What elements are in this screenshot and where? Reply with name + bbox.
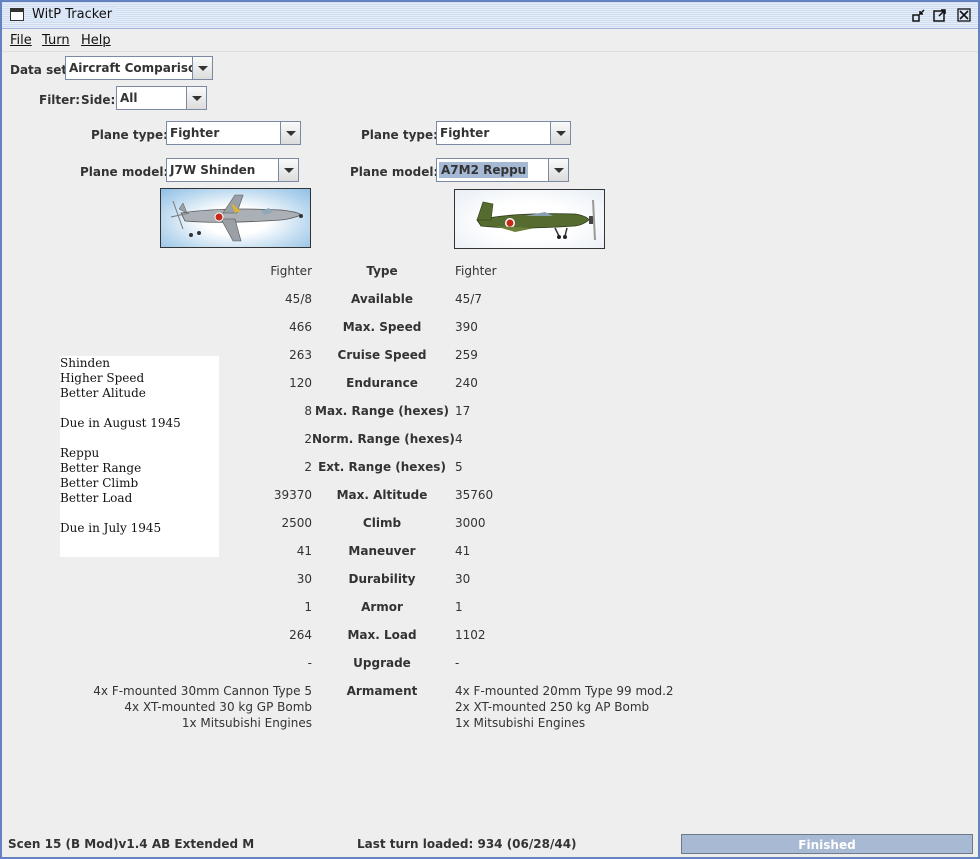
chevron-down-icon[interactable] <box>186 87 206 109</box>
left-cruise-speed-value: 263 <box>289 348 312 362</box>
right-armament-line: 2x XT-mounted 250 kg AP Bomb <box>455 700 650 714</box>
side-value: All <box>120 91 138 105</box>
right-max-speed-value: 390 <box>455 320 478 334</box>
right-norm-range-value: 4 <box>455 432 463 446</box>
app-window-icon[interactable] <box>10 8 24 21</box>
right-plane-model-label: Plane model: <box>350 165 439 179</box>
progress-text: Finished <box>798 838 856 852</box>
side-label: Side: <box>81 93 116 107</box>
title-bar[interactable]: WitP Tracker <box>2 2 978 29</box>
right-max-range-value: 17 <box>455 404 471 418</box>
menu-help[interactable]: Help <box>81 33 111 48</box>
dataset-dropdown[interactable]: Aircraft Comparison <box>65 56 213 80</box>
row-label-max-range: Max. Range (hexes) <box>315 404 449 418</box>
right-armament-line: 4x F-mounted 20mm Type 99 mod.2 <box>455 684 674 698</box>
left-armament-line: 1x Mitsubishi Engines <box>181 716 312 730</box>
row-label-upgrade: Upgrade <box>353 656 411 670</box>
right-available-value: 45/7 <box>455 292 482 306</box>
left-plane-image <box>160 188 311 248</box>
right-max-altitude-value: 35760 <box>455 488 494 502</box>
dataset-value: Aircraft Comparison <box>69 61 205 75</box>
left-plane-model-value: J7W Shinden <box>170 163 256 177</box>
row-label-max-speed: Max. Speed <box>342 320 422 334</box>
row-label-norm-range: Norm. Range (hexes) <box>312 432 455 446</box>
menu-turn[interactable]: Turn <box>42 33 70 48</box>
left-upgrade-value: - <box>307 656 312 670</box>
right-armament-line: 1x Mitsubishi Engines <box>455 716 586 730</box>
filter-label: Filter: <box>39 93 81 107</box>
left-climb-value: 2500 <box>281 516 312 530</box>
left-endurance-value: 120 <box>289 376 312 390</box>
row-label-cruise-speed: Cruise Speed <box>337 348 427 362</box>
window-title: WitP Tracker <box>32 7 117 22</box>
left-armament-line: 4x F-mounted 30mm Cannon Type 5 <box>93 684 312 698</box>
right-plane-type-label: Plane type: <box>361 128 438 142</box>
right-plane-image <box>454 189 605 249</box>
left-type-value: Fighter <box>270 264 312 278</box>
right-endurance-value: 240 <box>455 376 478 390</box>
right-plane-type-value: Fighter <box>440 126 490 140</box>
row-label-ext-range: Ext. Range (hexes) <box>318 460 446 474</box>
row-label-type: Type <box>366 264 398 278</box>
right-plane-model-value: A7M2 Reppu <box>439 162 529 178</box>
minimize-icon[interactable] <box>912 8 926 22</box>
right-max-load-value: 1102 <box>455 628 486 642</box>
chevron-down-icon[interactable] <box>548 159 568 181</box>
left-ext-range-value: 2 <box>304 460 312 474</box>
note-line: Due in August 1945 <box>60 416 181 430</box>
left-plane-type-dropdown[interactable]: Fighter <box>166 121 301 145</box>
left-max-speed-value: 466 <box>289 320 312 334</box>
row-label-endurance: Endurance <box>346 376 418 390</box>
row-label-armor: Armor <box>361 600 403 614</box>
right-ext-range-value: 5 <box>455 460 463 474</box>
menu-file[interactable]: File <box>10 33 32 48</box>
row-label-max-altitude: Max. Altitude <box>336 488 428 502</box>
right-durability-value: 30 <box>455 572 471 586</box>
row-label-climb: Climb <box>362 516 402 530</box>
row-label-maneuver: Maneuver <box>348 544 416 558</box>
right-plane-model-dropdown[interactable]: A7M2 Reppu <box>436 158 569 182</box>
left-maneuver-value: 41 <box>296 544 312 558</box>
right-plane-type-dropdown[interactable]: Fighter <box>436 121 571 145</box>
row-label-durability: Durability <box>348 572 416 586</box>
right-type-value: Fighter <box>455 264 497 278</box>
side-dropdown[interactable]: All <box>116 86 207 110</box>
row-label-max-load: Max. Load <box>347 628 417 642</box>
menu-bar: File Turn Help <box>2 29 978 52</box>
left-armor-value: 1 <box>304 600 312 614</box>
right-maneuver-value: 41 <box>455 544 471 558</box>
progress-bar: Finished <box>681 834 973 854</box>
left-max-altitude-value: 39370 <box>273 488 312 502</box>
left-armament-line: 4x XT-mounted 30 kg GP Bomb <box>124 700 312 714</box>
close-icon[interactable] <box>957 8 971 22</box>
scenario-status: Scen 15 (B Mod)v1.4 AB Extended M <box>8 837 255 851</box>
maximize-icon[interactable] <box>933 8 947 22</box>
row-label-available: Available <box>351 292 413 306</box>
left-max-load-value: 264 <box>289 628 312 642</box>
right-climb-value: 3000 <box>455 516 486 530</box>
left-plane-type-label: Plane type: <box>91 128 168 142</box>
right-armor-value: 1 <box>455 600 463 614</box>
left-durability-value: 30 <box>296 572 312 586</box>
left-available-value: 45/8 <box>285 292 312 306</box>
left-plane-model-label: Plane model: <box>80 165 169 179</box>
left-norm-range-value: 2 <box>304 432 312 446</box>
last-turn-status: Last turn loaded: 934 (06/28/44) <box>357 837 577 851</box>
status-bar: Scen 15 (B Mod)v1.4 AB Extended M Last t… <box>2 829 978 857</box>
row-label-armament: Armament <box>346 684 418 698</box>
chevron-down-icon[interactable] <box>550 122 570 144</box>
left-max-range-value: 8 <box>304 404 312 418</box>
dataset-label: Data set: <box>10 63 72 77</box>
chevron-down-icon[interactable] <box>278 159 298 181</box>
right-cruise-speed-value: 259 <box>455 348 478 362</box>
note-line: Reppu <box>60 446 100 460</box>
right-upgrade-value: - <box>455 656 460 670</box>
chevron-down-icon[interactable] <box>280 122 300 144</box>
left-plane-type-value: Fighter <box>170 126 220 140</box>
chevron-down-icon[interactable] <box>192 57 212 79</box>
app-window: WitP Tracker File Turn Help Data set: Ai… <box>0 0 980 859</box>
left-plane-model-dropdown[interactable]: J7W Shinden <box>166 158 299 182</box>
